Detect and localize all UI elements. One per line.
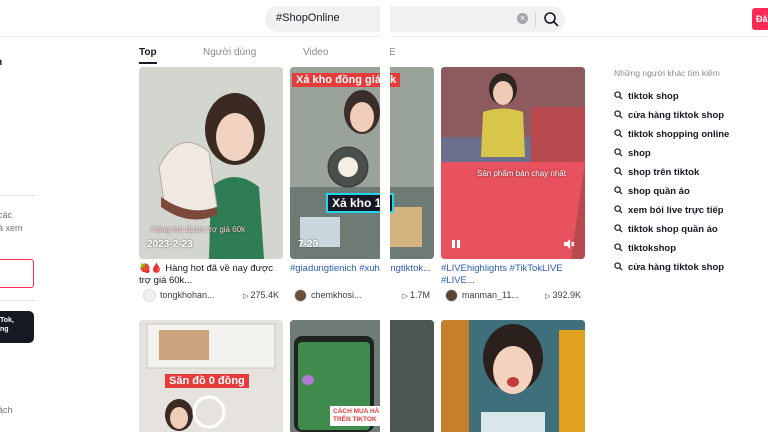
view-count-value: 1.7M bbox=[409, 290, 430, 300]
thumbnail-image bbox=[290, 67, 434, 259]
view-count-value: 275.4K bbox=[250, 290, 279, 300]
video-meta: manman_11... ▷ 392.9K bbox=[441, 289, 585, 303]
video-meta: chemkhosi... ▷ 1.7M bbox=[290, 289, 434, 303]
play-icon: ▷ bbox=[402, 293, 408, 300]
author-name[interactable]: chemkhosi... bbox=[311, 290, 381, 300]
pause-icon[interactable] bbox=[451, 239, 461, 249]
suggestion-item[interactable]: shop quần áo bbox=[614, 186, 690, 199]
clear-icon[interactable]: × bbox=[517, 13, 528, 24]
promo-line: ng bbox=[0, 326, 9, 333]
promo-banner[interactable]: Tok, ng bbox=[0, 311, 34, 343]
thumbnail-image bbox=[441, 320, 585, 432]
tab-live[interactable]: E bbox=[389, 47, 396, 58]
play-icon: ▷ bbox=[243, 293, 249, 300]
suggestion-label: tiktok shopping online bbox=[628, 129, 730, 140]
suggestion-label: xem bói live trực tiếp bbox=[628, 205, 724, 216]
suggestion-label: shop trên tiktok bbox=[628, 167, 700, 178]
sidebar-divider bbox=[0, 300, 36, 301]
view-count: ▷ 275.4K bbox=[243, 290, 279, 300]
search-icon bbox=[544, 12, 559, 27]
suggestion-item[interactable]: tiktok shop quần áo bbox=[614, 224, 718, 237]
search-icon bbox=[614, 91, 623, 100]
video-thumbnail[interactable]: Hàng hot được trợ giá 60k 2023-2-23 bbox=[139, 67, 283, 259]
tab-users[interactable]: Người dùng bbox=[203, 47, 256, 58]
video-date: 7-29 bbox=[298, 239, 319, 250]
video-thumbnail[interactable] bbox=[441, 320, 585, 432]
suggestion-item[interactable]: cửa hàng tiktok shop bbox=[614, 262, 724, 275]
suggestion-item[interactable]: tiktokshop bbox=[614, 243, 676, 256]
search-input[interactable]: #ShopOnline bbox=[276, 12, 340, 24]
video-banner: Săn đồ 0 đồng bbox=[165, 374, 249, 388]
promo-line: Tok, bbox=[0, 317, 14, 324]
suggestion-label: tiktokshop bbox=[628, 243, 677, 254]
screenshot-seam bbox=[380, 0, 390, 432]
search-divider bbox=[535, 12, 536, 26]
search-bar[interactable]: #ShopOnline × bbox=[265, 6, 565, 32]
thumbnail-image bbox=[441, 67, 585, 259]
video-meta: tongkhohan... ▷ 275.4K bbox=[139, 289, 283, 303]
sidebar-text-line: à xem bbox=[0, 223, 23, 233]
sidebar-heading: n bbox=[0, 57, 2, 68]
search-icon bbox=[614, 262, 623, 271]
suggestion-item[interactable]: tiktok shopping online bbox=[614, 129, 729, 142]
search-icon bbox=[614, 148, 623, 157]
view-count-value: 392.9K bbox=[552, 290, 581, 300]
sidebar-divider bbox=[0, 195, 36, 196]
suggestion-item[interactable]: xem bói live trực tiếp bbox=[614, 205, 724, 218]
active-tab-indicator bbox=[139, 62, 157, 64]
video-date: 2023-2-23 bbox=[147, 239, 193, 250]
sidebar-text-line: các bbox=[0, 210, 13, 220]
view-count: ▷ 392.9K bbox=[545, 290, 581, 300]
search-icon bbox=[614, 186, 623, 195]
search-icon bbox=[614, 243, 623, 252]
suggestion-label: shop bbox=[628, 148, 651, 159]
suggestion-label: tiktok shop bbox=[628, 91, 679, 102]
suggestion-label: shop quần áo bbox=[628, 186, 690, 197]
video-thumbnail[interactable]: Săn đồ 0 đồng bbox=[139, 320, 283, 432]
suggestion-label: tiktok shop quần áo bbox=[628, 224, 718, 235]
search-icon bbox=[614, 167, 623, 176]
search-icon bbox=[614, 110, 623, 119]
view-count: ▷ 1.7M bbox=[403, 290, 430, 300]
avatar[interactable] bbox=[445, 289, 458, 302]
suggestion-label: cửa hàng tiktok shop bbox=[628, 262, 725, 273]
suggestion-item[interactable]: cửa hàng tiktok shop bbox=[614, 110, 724, 123]
avatar[interactable] bbox=[143, 289, 156, 302]
video-overlay-text: Hàng hot được trợ giá 60k bbox=[151, 225, 246, 234]
suggestion-label: cửa hàng tiktok shop bbox=[628, 110, 725, 121]
search-icon bbox=[614, 224, 623, 233]
avatar[interactable] bbox=[294, 289, 307, 302]
upload-button[interactable]: Đă bbox=[752, 8, 768, 30]
left-sidebar: n các à xem Tok, ng ách bbox=[0, 37, 40, 432]
search-icon bbox=[614, 205, 623, 214]
video-thumbnail[interactable]: Sản phẩm bán chạy nhất bbox=[441, 67, 585, 259]
suggestion-item[interactable]: tiktok shop bbox=[614, 91, 679, 104]
search-button[interactable] bbox=[540, 9, 562, 29]
video-caption[interactable]: 🍓🩸 Hàng hot đã về nay được trợ giá 60k..… bbox=[139, 263, 283, 287]
author-name[interactable]: tongkhohan... bbox=[160, 290, 230, 300]
author-name[interactable]: manman_11... bbox=[462, 290, 532, 300]
video-hashtags[interactable]: #giadungtienich #xuhuongtiktok... bbox=[290, 263, 431, 274]
video-caption[interactable]: #LIVEhighlights #TikTokLIVE #LIVE... bbox=[441, 263, 585, 287]
video-caption[interactable]: #giadungtienich #xuhuongtiktok... bbox=[290, 263, 434, 275]
video-thumbnail[interactable]: CÁCH MUA HÀ TRÊN TIKTOK bbox=[290, 320, 434, 432]
mute-icon[interactable] bbox=[563, 238, 575, 250]
tab-video[interactable]: Video bbox=[303, 47, 328, 58]
search-icon bbox=[614, 129, 623, 138]
video-thumbnail[interactable]: Xả kho đồng giá 9k Xả kho 19 7-29 bbox=[290, 67, 434, 259]
video-hashtags[interactable]: #LIVEhighlights #TikTokLIVE #LIVE... bbox=[441, 263, 563, 286]
tab-top[interactable]: Top bbox=[139, 47, 157, 58]
play-icon: ▷ bbox=[545, 293, 551, 300]
sidebar-bottom-text: ách bbox=[0, 405, 13, 415]
suggestion-item[interactable]: shop bbox=[614, 148, 651, 161]
video-overlay-text: Sản phẩm bán chạy nhất bbox=[477, 169, 566, 178]
others-searched-title: Những người khác tìm kiếm bbox=[614, 68, 720, 78]
login-button[interactable] bbox=[0, 259, 34, 288]
suggestion-item[interactable]: shop trên tiktok bbox=[614, 167, 699, 180]
